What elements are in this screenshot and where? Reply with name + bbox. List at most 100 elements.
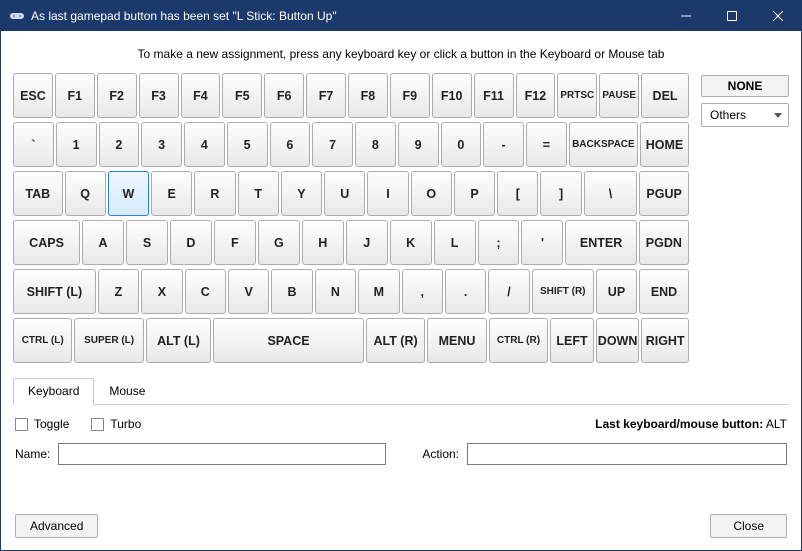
advanced-button[interactable]: Advanced [15,514,98,538]
key-g[interactable]: G [258,220,300,265]
key-left[interactable]: LEFT [550,318,594,363]
key-[interactable]: = [526,122,567,167]
key-[interactable]: ` [13,122,54,167]
key-1[interactable]: 1 [56,122,97,167]
key-pgdn[interactable]: PGDN [639,220,689,265]
key-e[interactable]: E [151,171,192,216]
key-down[interactable]: DOWN [596,318,640,363]
key-m[interactable]: M [358,269,399,314]
name-input[interactable] [58,443,386,465]
key-[interactable]: \ [584,171,638,216]
close-window-button[interactable] [755,1,801,31]
key-[interactable]: , [402,269,443,314]
key-home[interactable]: HOME [640,122,689,167]
key-[interactable]: - [483,122,524,167]
key-i[interactable]: I [367,171,408,216]
key-0[interactable]: 0 [441,122,482,167]
key-b[interactable]: B [271,269,312,314]
key-space[interactable]: SPACE [213,318,364,363]
maximize-button[interactable] [709,1,755,31]
key-p[interactable]: P [454,171,495,216]
close-button[interactable]: Close [710,514,787,538]
key-pgup[interactable]: PGUP [639,171,689,216]
key-w[interactable]: W [108,171,149,216]
key-[interactable]: ] [540,171,581,216]
key-backspace[interactable]: BACKSPACE [569,122,638,167]
key-pause[interactable]: PAUSE [599,73,639,118]
others-dropdown[interactable]: Others [701,103,789,127]
key-f5[interactable]: F5 [222,73,262,118]
key-f10[interactable]: F10 [432,73,472,118]
key-menu[interactable]: MENU [427,318,486,363]
key-k[interactable]: K [390,220,432,265]
key-9[interactable]: 9 [398,122,439,167]
key-z[interactable]: Z [98,269,139,314]
key-prtsc[interactable]: PRTSC [557,73,597,118]
key-n[interactable]: N [315,269,356,314]
key-[interactable]: . [445,269,486,314]
options-row: Toggle Turbo Last keyboard/mouse button:… [13,405,789,435]
key-v[interactable]: V [228,269,269,314]
key-u[interactable]: U [324,171,365,216]
name-label: Name: [15,447,50,461]
turbo-checkbox[interactable]: Turbo [91,417,141,431]
key-q[interactable]: Q [65,171,106,216]
key-shift-r[interactable]: SHIFT (R) [532,269,594,314]
key-ctrl-r[interactable]: CTRL (R) [489,318,548,363]
key-6[interactable]: 6 [270,122,311,167]
key-alt-r[interactable]: ALT (R) [366,318,425,363]
key-f7[interactable]: F7 [306,73,346,118]
key-7[interactable]: 7 [312,122,353,167]
none-button[interactable]: NONE [701,75,789,97]
key-[interactable]: / [488,269,529,314]
key-r[interactable]: R [194,171,235,216]
key-a[interactable]: A [82,220,124,265]
key-y[interactable]: Y [281,171,322,216]
tab-keyboard[interactable]: Keyboard [13,378,94,405]
key-x[interactable]: X [141,269,182,314]
key-ctrl-l[interactable]: CTRL (L) [13,318,72,363]
key-f6[interactable]: F6 [264,73,304,118]
key-j[interactable]: J [346,220,388,265]
key-f1[interactable]: F1 [55,73,95,118]
key-f11[interactable]: F11 [474,73,514,118]
key-del[interactable]: DEL [641,73,689,118]
key-h[interactable]: H [302,220,344,265]
key-end[interactable]: END [639,269,689,314]
key-f8[interactable]: F8 [348,73,388,118]
key-f3[interactable]: F3 [139,73,179,118]
key-[interactable]: ' [521,220,563,265]
key-up[interactable]: UP [596,269,637,314]
key-2[interactable]: 2 [99,122,140,167]
key-f2[interactable]: F2 [97,73,137,118]
key-[interactable]: [ [497,171,538,216]
key-caps[interactable]: CAPS [13,220,80,265]
key-5[interactable]: 5 [227,122,268,167]
key-super-l[interactable]: SUPER (L) [74,318,143,363]
key-s[interactable]: S [126,220,168,265]
key-8[interactable]: 8 [355,122,396,167]
key-l[interactable]: L [434,220,476,265]
key-f[interactable]: F [214,220,256,265]
key-[interactable]: ; [478,220,520,265]
action-input[interactable] [467,443,787,465]
key-c[interactable]: C [185,269,226,314]
key-3[interactable]: 3 [141,122,182,167]
key-f4[interactable]: F4 [181,73,221,118]
tab-mouse[interactable]: Mouse [94,378,160,405]
key-o[interactable]: O [411,171,452,216]
key-shift-l[interactable]: SHIFT (L) [13,269,96,314]
key-f9[interactable]: F9 [390,73,430,118]
key-f12[interactable]: F12 [516,73,556,118]
key-enter[interactable]: ENTER [565,220,636,265]
key-esc[interactable]: ESC [13,73,53,118]
key-4[interactable]: 4 [184,122,225,167]
key-tab[interactable]: TAB [13,171,63,216]
virtual-keyboard: ESCF1F2F3F4F5F6F7F8F9F10F11F12PRTSCPAUSE… [13,73,691,367]
key-t[interactable]: T [238,171,279,216]
minimize-button[interactable] [663,1,709,31]
key-d[interactable]: D [170,220,212,265]
key-alt-l[interactable]: ALT (L) [146,318,211,363]
toggle-checkbox[interactable]: Toggle [15,417,69,431]
key-right[interactable]: RIGHT [641,318,689,363]
